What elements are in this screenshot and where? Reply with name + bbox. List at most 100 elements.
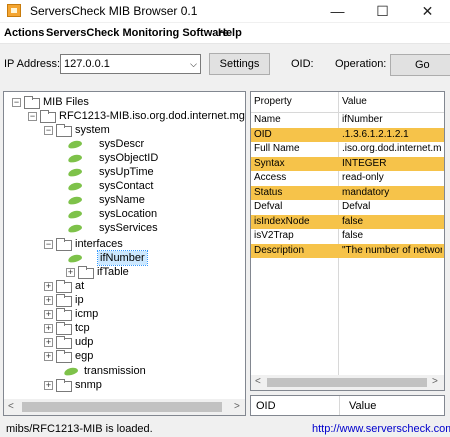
expand-icon[interactable]: + [44, 324, 53, 333]
menu-serverscheck-monitoring-software[interactable]: ServersCheck Monitoring Software [46, 27, 229, 39]
property-row[interactable]: isV2Trap false [251, 229, 444, 243]
status-message: mibs/RFC1213-MIB is loaded. [6, 423, 153, 435]
expand-icon[interactable]: + [44, 381, 53, 390]
properties-table[interactable]: Property Value Name ifNumber OID .1.3.6.1.2… [250, 91, 445, 391]
property-row[interactable]: Status mandatory [251, 185, 444, 200]
ip-address-select[interactable]: 127.0.0.1 ⌵ [60, 54, 201, 74]
toolbar: IP Address: 127.0.0.1 ⌵ Settings OID: Op… [0, 44, 450, 84]
folder-icon [56, 308, 72, 321]
properties-horizontal-scrollbar[interactable]: < > [251, 375, 444, 390]
chevron-down-icon[interactable]: ⌵ [190, 55, 197, 73]
collapse-icon[interactable]: − [12, 98, 21, 107]
column-header-value[interactable]: Value [342, 95, 442, 109]
tree-node-label: sysName [99, 194, 145, 206]
folder-icon [56, 350, 72, 363]
scroll-right-icon[interactable]: > [234, 401, 240, 412]
leaf-icon [67, 223, 83, 234]
menu-actions[interactable]: Actions [4, 27, 44, 39]
property-value: false [342, 215, 364, 227]
property-value: Defval [342, 201, 371, 212]
tree-node-label: udp [75, 336, 94, 348]
property-row[interactable]: Name ifNumber [251, 113, 444, 127]
tree-node-label: interfaces [75, 238, 123, 250]
tree-horizontal-scrollbar[interactable]: < > [4, 399, 245, 415]
property-row[interactable]: Defval Defval [251, 200, 444, 214]
expand-icon[interactable]: + [44, 352, 53, 361]
scrollbar-thumb[interactable] [267, 378, 427, 387]
expand-icon[interactable]: + [44, 338, 53, 347]
property-value: false [342, 230, 364, 241]
minimize-icon[interactable]: — [315, 0, 360, 22]
column-divider[interactable] [339, 396, 340, 415]
expand-icon[interactable]: + [44, 282, 53, 291]
tree-node-label: sysDescr [99, 138, 145, 150]
leaf-icon [67, 139, 83, 150]
property-key: OID [254, 128, 272, 140]
column-header-value[interactable]: Value [349, 400, 376, 412]
collapse-icon[interactable]: − [44, 126, 53, 135]
tree-node-label: ifNumber [97, 250, 148, 266]
tree-node-label: ip [75, 294, 84, 306]
tree-node-label: sysObjectID [99, 152, 159, 164]
scroll-left-icon[interactable]: < [8, 401, 14, 412]
leaf-icon [67, 209, 83, 220]
column-header-oid[interactable]: OID [256, 400, 276, 412]
leaf-icon [67, 167, 83, 178]
tree-node-label: system [75, 124, 110, 136]
property-key: Status [254, 186, 283, 198]
property-row[interactable]: OID .1.3.6.1.2.1.2.1 [251, 127, 444, 142]
tree-node-label: tcp [75, 322, 90, 334]
folder-icon [56, 336, 72, 349]
window-title: ServersCheck MIB Browser 0.1 [30, 4, 198, 18]
tree-node-label: sysUpTime [99, 166, 154, 178]
folder-icon [56, 294, 72, 307]
scrollbar-thumb[interactable] [22, 402, 222, 412]
mib-tree[interactable]: − MIB Files − RFC1213-MIB.iso.org.dod.in… [3, 91, 246, 416]
oid-results-table[interactable]: OID Value [250, 395, 445, 416]
oid-label: OID: [291, 58, 314, 70]
property-row[interactable]: Description "The number of networ [251, 243, 444, 258]
go-button[interactable]: Go [390, 54, 450, 76]
operation-label: Operation: [335, 58, 387, 70]
scroll-left-icon[interactable]: < [255, 376, 261, 387]
website-link[interactable]: http://www.serverscheck.com [312, 423, 450, 435]
title-bar: ServersCheck MIB Browser 0.1 — ☐ ✕ [0, 0, 450, 22]
property-key: Defval [254, 201, 283, 212]
collapse-icon[interactable]: − [28, 112, 37, 121]
property-key: Description [254, 244, 305, 256]
folder-icon [56, 280, 72, 293]
scroll-right-icon[interactable]: > [432, 376, 438, 387]
property-value: .iso.org.dod.internet.m [342, 143, 442, 154]
property-value: mandatory [342, 186, 390, 198]
property-row[interactable]: Syntax INTEGER [251, 156, 444, 171]
tree-node-label: sysLocation [99, 208, 158, 220]
property-key: Access [254, 172, 287, 183]
folder-icon [24, 96, 40, 109]
expand-icon[interactable]: + [44, 296, 53, 305]
folder-icon [56, 238, 72, 251]
expand-icon[interactable]: + [66, 268, 75, 277]
folder-icon [78, 266, 94, 279]
property-row[interactable]: Full Name .iso.org.dod.internet.m [251, 142, 444, 156]
menu-help[interactable]: Help [218, 27, 242, 39]
leaf-icon [63, 366, 79, 377]
leaf-icon [67, 195, 83, 206]
property-row[interactable]: isIndexNode false [251, 214, 444, 229]
collapse-icon[interactable]: − [44, 240, 53, 249]
tree-node-label: MIB Files [43, 96, 89, 108]
expand-icon[interactable]: + [44, 310, 53, 319]
column-header-property[interactable]: Property [254, 95, 336, 109]
maximize-icon[interactable]: ☐ [360, 0, 405, 22]
folder-icon [56, 322, 72, 335]
property-key: isIndexNode [254, 215, 310, 227]
property-key: Name [254, 114, 281, 125]
close-icon[interactable]: ✕ [405, 0, 450, 22]
leaf-icon [67, 153, 83, 164]
property-key: Syntax [254, 157, 285, 169]
settings-button[interactable]: Settings [209, 53, 270, 75]
app-icon [7, 4, 21, 17]
tree-node-label: egp [75, 350, 94, 362]
tree-node-label: sysContact [99, 180, 154, 192]
property-row[interactable]: Access read-only [251, 171, 444, 185]
properties-header: Property Value [251, 92, 444, 113]
